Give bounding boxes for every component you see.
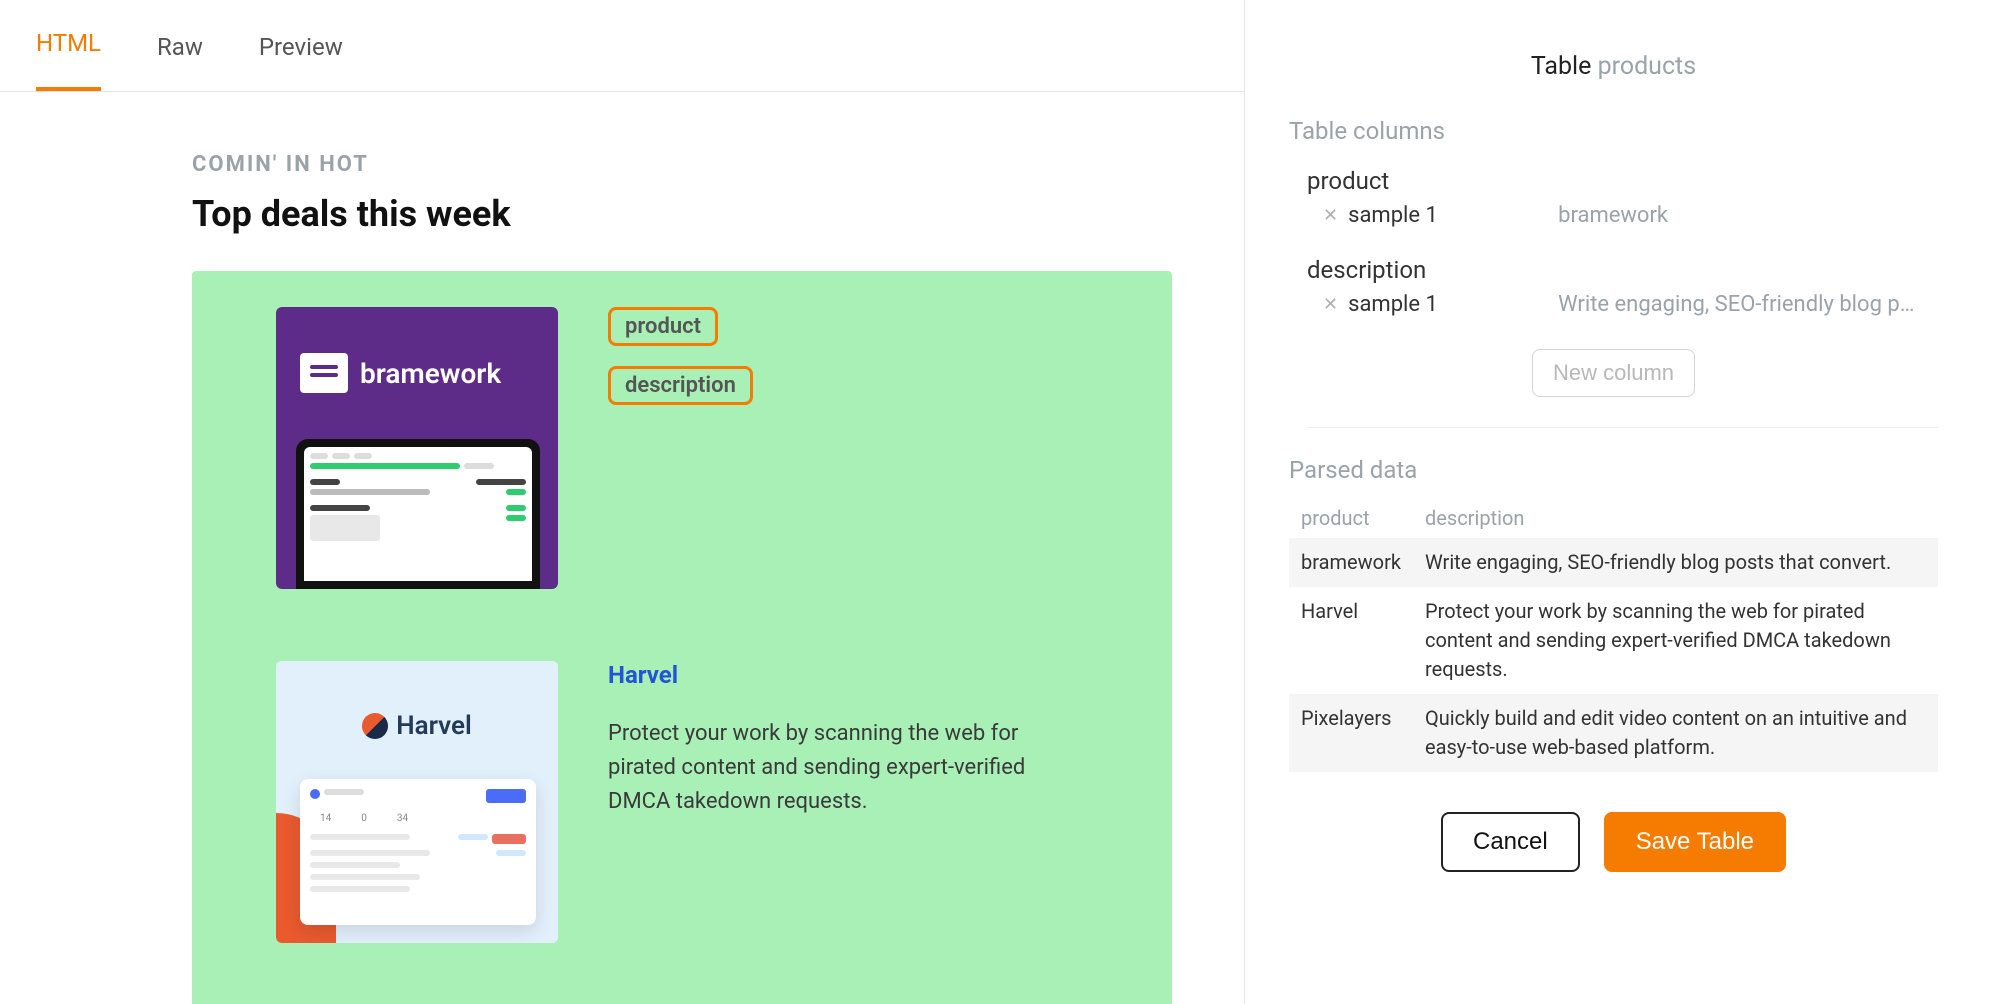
table-row: bramework Write engaging, SEO-friendly b… xyxy=(1289,538,1938,587)
content-scroll[interactable]: COMIN' IN HOT Top deals this week bramew… xyxy=(0,92,1244,1004)
brand-name: bramework xyxy=(360,357,501,390)
column-block: product ✕ sample 1 bramework xyxy=(1289,159,1938,240)
divider xyxy=(1307,427,1938,428)
table-name: products xyxy=(1598,52,1697,81)
section-columns-label: Table columns xyxy=(1289,117,1938,145)
tab-html[interactable]: HTML xyxy=(36,29,101,91)
remove-sample-icon[interactable]: ✕ xyxy=(1323,207,1338,225)
table-title: Table products xyxy=(1289,52,1938,81)
sample-row: ✕ sample 1 Write engaging, SEO-friendly … xyxy=(1307,288,1920,325)
deal-card: bramework xyxy=(276,307,1116,589)
column-name[interactable]: description xyxy=(1307,256,1920,284)
harvel-logo-icon xyxy=(362,713,388,739)
sample-value: bramework xyxy=(1558,203,1920,228)
brand-name: Harvel xyxy=(396,711,472,741)
table-row: Harvel Protect your work by scanning the… xyxy=(1289,587,1938,694)
cell-desc: Write engaging, SEO-friendly blog posts … xyxy=(1413,538,1938,587)
cell-product: bramework xyxy=(1289,538,1413,587)
deal-image: Harvel 14034 xyxy=(276,661,558,943)
left-pane: HTML Raw Preview COMIN' IN HOT Top deals… xyxy=(0,0,1245,1004)
deal-description: Protect your work by scanning the web fo… xyxy=(608,717,1058,819)
save-table-button[interactable]: Save Table xyxy=(1604,812,1786,872)
new-column-button[interactable]: New column xyxy=(1532,349,1695,397)
sample-label: sample 1 xyxy=(1348,292,1548,317)
tag-description[interactable]: description xyxy=(608,366,753,405)
deal-text: product description xyxy=(608,307,1116,405)
column-name[interactable]: product xyxy=(1307,167,1920,195)
cancel-button[interactable]: Cancel xyxy=(1441,812,1580,872)
sample-row: ✕ sample 1 bramework xyxy=(1307,199,1920,236)
section-parsed-label: Parsed data xyxy=(1289,456,1938,484)
cell-desc: Protect your work by scanning the web fo… xyxy=(1413,587,1938,694)
kicker: COMIN' IN HOT xyxy=(192,152,1244,177)
cell-product: Pixelayers xyxy=(1289,694,1413,772)
table-header: description xyxy=(1413,498,1938,538)
tag-product[interactable]: product xyxy=(608,307,718,346)
tab-raw[interactable]: Raw xyxy=(157,33,203,91)
remove-sample-icon[interactable]: ✕ xyxy=(1323,296,1338,314)
cell-desc: Quickly build and edit video content on … xyxy=(1413,694,1938,772)
deals-container: bramework xyxy=(192,271,1172,1004)
deal-image: bramework xyxy=(276,307,558,589)
table-header: product xyxy=(1289,498,1413,538)
deal-card: Harvel 14034 xyxy=(276,661,1116,943)
sample-value: Write engaging, SEO-friendly blog posts … xyxy=(1558,292,1920,317)
headline: Top deals this week xyxy=(192,193,1244,235)
deal-title-link[interactable]: Harvel xyxy=(608,661,678,689)
table-row: Pixelayers Quickly build and edit video … xyxy=(1289,694,1938,772)
parsed-data-table: product description bramework Write enga… xyxy=(1289,498,1938,772)
column-block: description ✕ sample 1 Write engaging, S… xyxy=(1289,248,1938,329)
tabs: HTML Raw Preview xyxy=(0,0,1244,92)
sample-label: sample 1 xyxy=(1348,203,1548,228)
footer-buttons: Cancel Save Table xyxy=(1289,802,1938,912)
tab-preview[interactable]: Preview xyxy=(259,33,343,91)
deal-text: Harvel Protect your work by scanning the… xyxy=(608,661,1116,819)
cell-product: Harvel xyxy=(1289,587,1413,694)
right-pane: Table products Table columns product ✕ s… xyxy=(1245,0,2000,1004)
